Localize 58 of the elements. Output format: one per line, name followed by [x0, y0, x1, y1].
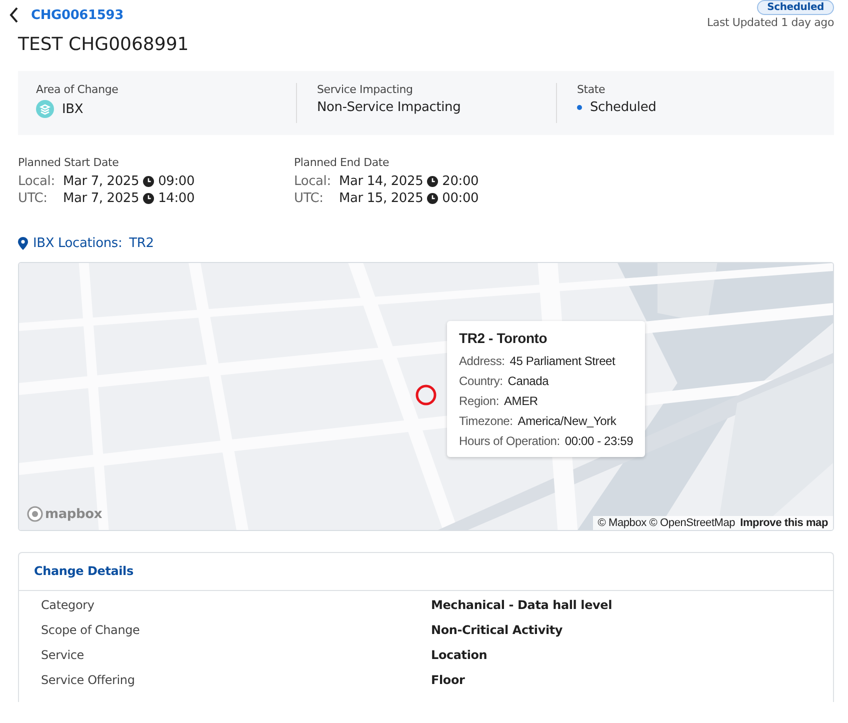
- zone-label: UTC:: [294, 191, 324, 206]
- popup-label: Region:: [459, 394, 499, 408]
- attribution-text: © Mapbox © OpenStreetMap: [598, 517, 736, 529]
- status-badge: Scheduled: [757, 0, 834, 15]
- date-value: Mar 15, 2025: [339, 191, 424, 206]
- popup-label: Timezone:: [459, 414, 513, 428]
- locations-value: TR2: [129, 236, 154, 251]
- location-pin-icon: [18, 237, 28, 250]
- field-label: Planned End Date: [294, 156, 390, 169]
- improve-map-link[interactable]: Improve this map: [740, 517, 828, 529]
- detail-label: Category: [41, 598, 96, 612]
- popup-value: 00:00 - 23:59: [564, 434, 634, 448]
- location-marker-icon: [415, 384, 437, 406]
- detail-label: Scope of Change: [41, 623, 141, 637]
- date-value: Mar 14, 2025: [339, 174, 424, 189]
- popup-value: AMER: [504, 394, 538, 408]
- field-label: State: [577, 83, 606, 96]
- clock-icon: [427, 176, 438, 187]
- last-updated: Last Updated 1 day ago: [706, 16, 834, 29]
- time-value: 00:00: [442, 191, 479, 206]
- zone-label: Local:: [294, 174, 332, 189]
- field-label: Planned Start Date: [18, 156, 120, 169]
- field-value: Scheduled: [590, 100, 656, 115]
- popup-label: Country:: [459, 374, 503, 388]
- field-label: Area of Change: [36, 83, 120, 96]
- time-value: 09:00: [158, 174, 195, 189]
- clock-icon: [143, 176, 154, 187]
- detail-value: Location: [431, 648, 488, 662]
- popup-value: America/New_York: [518, 414, 616, 428]
- date-value: Mar 7, 2025: [63, 191, 140, 206]
- popup-title: TR2 - Toronto: [459, 330, 548, 346]
- date-value: Mar 7, 2025: [63, 174, 140, 189]
- time-value: 14:00: [158, 191, 195, 206]
- popup-value: 45 Parliament Street: [510, 354, 616, 368]
- layers-icon: [36, 100, 54, 118]
- detail-value: Non-Critical Activity: [431, 623, 563, 637]
- detail-value: Floor: [431, 673, 465, 687]
- logo-text: mapbox: [45, 506, 102, 522]
- locations-label: IBX Locations:: [33, 236, 122, 251]
- clock-icon: [143, 193, 154, 204]
- card-title: Change Details: [34, 564, 134, 578]
- back-icon[interactable]: [9, 7, 19, 23]
- time-value: 20:00: [442, 174, 479, 189]
- page-title: TEST CHG0068991: [18, 34, 190, 55]
- popup-label: Hours of Operation:: [459, 434, 560, 448]
- back-link[interactable]: CHG0061593: [31, 8, 124, 22]
- field-value: Non-Service Impacting: [317, 100, 461, 115]
- zone-label: Local:: [18, 174, 56, 189]
- popup-value: Canada: [508, 374, 549, 388]
- field-value: IBX: [62, 102, 84, 116]
- field-label: Service Impacting: [317, 83, 414, 96]
- clock-icon: [427, 193, 438, 204]
- detail-value: Mechanical - Data hall level: [431, 598, 612, 612]
- detail-label: Service Offering: [41, 673, 136, 687]
- logo-icon: [27, 506, 43, 522]
- zone-label: UTC:: [18, 191, 48, 206]
- popup-label: Address:: [459, 354, 505, 368]
- detail-label: Service: [41, 648, 85, 662]
